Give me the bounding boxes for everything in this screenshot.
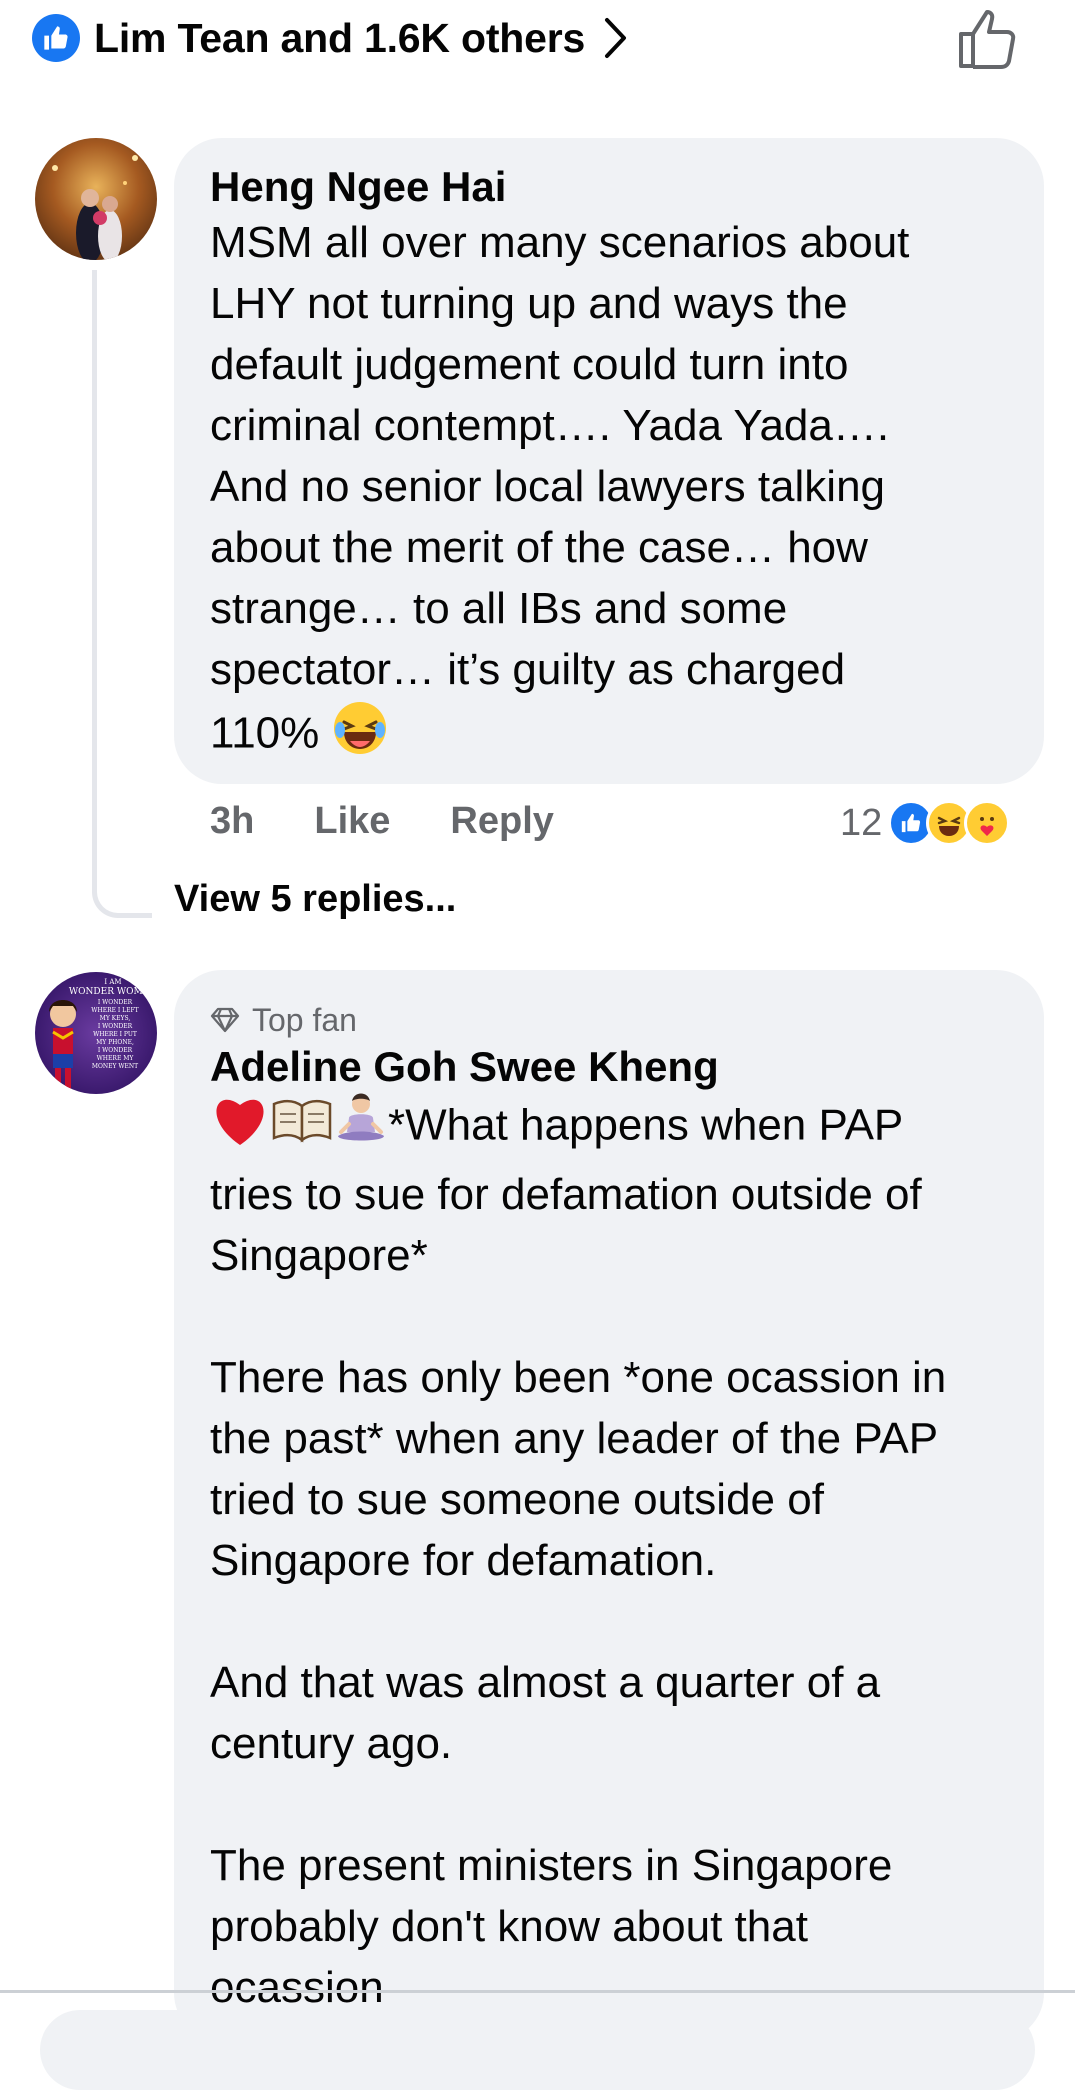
diamond-icon [210, 1007, 240, 1033]
reaction-count: 12 [840, 801, 883, 844]
reactions-summary-text: Lim Tean and 1.6K others [94, 14, 586, 61]
like-button[interactable]: Like [314, 800, 390, 843]
comment-text: *What happens when PAP tries to sue for … [210, 1092, 1008, 2018]
svg-text:WHERE I LEFT: WHERE I LEFT [91, 1007, 138, 1014]
svg-text:MY KEYS,: MY KEYS, [100, 1015, 131, 1022]
like-outline-icon[interactable] [955, 6, 1021, 77]
view-replies-link[interactable]: View 5 replies... [174, 878, 456, 921]
svg-text:I WONDER: I WONDER [98, 999, 133, 1006]
chevron-right-icon [605, 18, 627, 58]
avatar-adeline-goh-swee-kheng[interactable]: I AM WONDER WOMAN I WONDER WHERE I LEFT … [35, 972, 157, 1094]
thread-connector [92, 270, 152, 918]
svg-text:I WONDER: I WONDER [98, 1047, 133, 1054]
book-icon [270, 1096, 334, 1160]
comment-bubble: Heng Ngee Hai MSM all over many scenario… [174, 138, 1044, 784]
reply-button[interactable]: Reply [450, 800, 553, 843]
comment-author[interactable]: Heng Ngee Hai [210, 162, 1008, 212]
svg-text:WHERE MY: WHERE MY [97, 1055, 135, 1062]
comment-bubble: Top fan Adeline Goh Swee Kheng *What hap… [174, 970, 1044, 2041]
svg-text:WONDER WOMAN: WONDER WOMAN [69, 987, 157, 997]
top-fan-label: Top fan [252, 1001, 357, 1038]
composer-divider [0, 1990, 1075, 1993]
comment-author[interactable]: Adeline Goh Swee Kheng [210, 1042, 1008, 1092]
svg-text:I AM: I AM [104, 978, 121, 986]
comment-composer[interactable] [40, 2010, 1035, 2090]
svg-text:MY PHONE,: MY PHONE, [96, 1039, 134, 1046]
laughing-emoji-icon [332, 700, 388, 772]
reactions-summary[interactable]: Lim Tean and 1.6K others [32, 10, 629, 66]
avatar-heng-ngee-hai[interactable] [35, 138, 157, 260]
heart-icon [210, 1093, 270, 1163]
top-fan-badge: Top fan [210, 998, 1008, 1042]
comment-reactions[interactable]: 12 [840, 800, 1011, 846]
svg-text:I WONDER: I WONDER [98, 1023, 133, 1030]
svg-text:MONEY WENT: MONEY WENT [92, 1063, 138, 1070]
comment-actions: 3h Like Reply [210, 800, 614, 843]
like-icon [32, 14, 80, 62]
meditating-person-icon [334, 1092, 388, 1164]
comment-text: MSM all over many scenarios about LHY no… [210, 212, 1008, 772]
care-emoji-icon [964, 800, 1011, 846]
svg-text:WHERE I PUT: WHERE I PUT [93, 1031, 137, 1038]
comment-time[interactable]: 3h [210, 800, 254, 843]
